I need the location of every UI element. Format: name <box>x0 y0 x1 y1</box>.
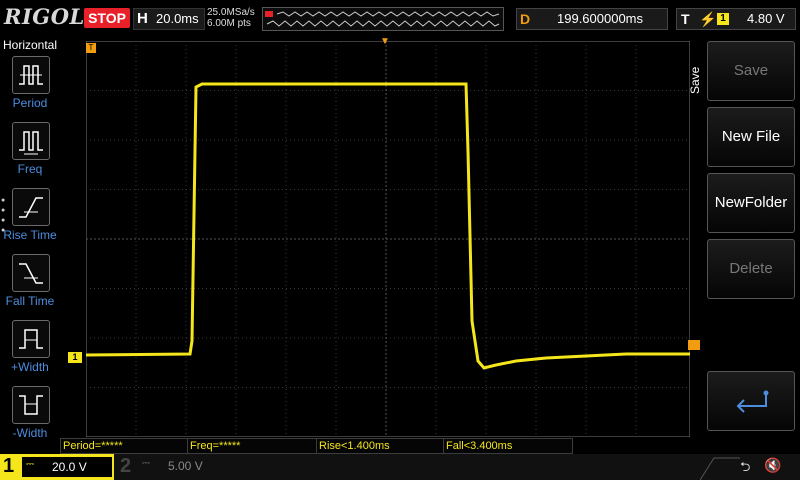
trigger-level-value: 4.80 V <box>747 11 785 26</box>
dc-coupling-icon: ⎓ <box>26 459 34 470</box>
freq-label: Freq <box>17 162 43 176</box>
sample-rate: 25.0MSa/s <box>207 7 255 18</box>
new-folder-button[interactable]: NewFolder <box>707 173 795 233</box>
timebase-letter: H <box>137 10 148 27</box>
save-menu-title: Save <box>688 66 702 94</box>
ch1-number: 1 <box>3 455 15 477</box>
trigger-level-marker[interactable] <box>688 340 700 350</box>
horizontal-menu: Horizontal Period Freq ●●●● Rise Time <box>0 36 60 440</box>
measure-period-item[interactable]: Period <box>0 56 60 120</box>
freq-button[interactable] <box>12 122 50 160</box>
neg-width-button[interactable] <box>12 386 50 424</box>
delete-button[interactable]: Delete <box>707 239 795 299</box>
rising-edge-icon: ⚡ <box>699 11 717 27</box>
period-label: Period <box>12 96 48 110</box>
timebase-value: 20.0ms <box>156 11 199 26</box>
measure-pos-width-item[interactable]: +Width <box>0 320 60 384</box>
speaker-muted-icon[interactable]: 🔇 <box>764 457 781 474</box>
delay-value: 199.600000ms <box>557 11 644 26</box>
trigger-letter: T <box>681 11 690 27</box>
fall-time-icon <box>19 263 43 284</box>
frequency-icon <box>19 131 43 155</box>
rise-time-label: Rise Time <box>3 228 57 242</box>
memory-position-marker <box>265 11 273 17</box>
rigol-logo: RIGOL <box>4 4 85 29</box>
ch2-coupling-icon: ⎓ <box>142 458 150 469</box>
positive-width-icon <box>19 329 43 349</box>
fall-time-button[interactable] <box>12 254 50 292</box>
return-button[interactable] <box>707 371 795 431</box>
ch1-offset-marker[interactable]: 1 <box>68 352 82 363</box>
period-button[interactable] <box>12 56 50 94</box>
ch1-settings: ⎓ 20.0 V <box>22 457 112 477</box>
usb-icon: ⮌ <box>740 459 751 474</box>
measure-freq-item[interactable]: Freq <box>0 122 60 186</box>
period-icon <box>19 65 43 85</box>
waveform-display[interactable] <box>86 41 690 437</box>
fall-time-label: Fall Time <box>5 294 55 308</box>
new-folder-label: NewFolder <box>714 194 788 211</box>
measurement-freq[interactable]: Freq=***** <box>187 438 317 454</box>
delete-label: Delete <box>729 260 773 277</box>
negative-width-icon <box>19 395 43 415</box>
measurement-fall-time[interactable]: Fall<3.400ms <box>443 438 573 454</box>
new-file-label: New File <box>721 128 781 145</box>
rise-time-button[interactable] <box>12 188 50 226</box>
new-file-button[interactable]: New File <box>707 107 795 167</box>
trigger-position-marker: ▼ <box>380 36 390 47</box>
measurement-rise-time[interactable]: Rise<1.400ms <box>316 438 444 454</box>
pos-width-button[interactable] <box>12 320 50 358</box>
delay-box[interactable]: D 199.600000ms <box>516 8 668 30</box>
ch2-vertical-scale: 5.00 V <box>168 459 203 473</box>
rise-time-icon <box>19 197 43 218</box>
ch2-tab[interactable]: 2 ⎓ 5.00 V <box>116 454 220 480</box>
top-status-bar: RIGOL STOP H 20.0ms 25.0MSa/s 6.00M pts … <box>0 0 800 36</box>
pos-width-label: +Width <box>11 360 49 374</box>
status-area-tab <box>700 457 740 480</box>
save-button-label: Save <box>733 62 769 79</box>
neg-width-label: -Width <box>12 426 48 440</box>
measure-fall-time-item[interactable]: Fall Time <box>0 254 60 318</box>
ch2-number: 2 <box>120 455 132 477</box>
ch1-vertical-scale: 20.0 V <box>52 460 87 474</box>
trigger-box[interactable]: T ⚡ 1 4.80 V <box>676 8 796 30</box>
acquisition-info: 25.0MSa/s 6.00M pts <box>207 7 255 29</box>
measure-rise-time-item[interactable]: Rise Time <box>0 188 60 252</box>
delay-letter: D <box>520 11 531 27</box>
memory-overview-strip <box>262 7 504 31</box>
time-marker: T <box>86 43 96 53</box>
trigger-channel-badge: 1 <box>717 13 729 25</box>
horizontal-menu-title: Horizontal <box>2 38 58 52</box>
save-button[interactable]: Save <box>707 41 795 101</box>
memory-overview-waveform <box>265 11 500 27</box>
memory-depth: 6.00M pts <box>207 18 251 29</box>
measure-neg-width-item[interactable]: -Width <box>0 386 60 450</box>
measurement-period[interactable]: Period=***** <box>60 438 188 454</box>
run-stop-status[interactable]: STOP <box>84 8 130 28</box>
return-arrow-icon <box>736 390 769 413</box>
timebase-box[interactable]: H 20.0ms <box>133 8 205 30</box>
channel-status-bar: 1 ⎓ 20.0 V 2 ⎓ 5.00 V ⮌ 🔇 <box>0 454 800 480</box>
ch1-tab[interactable]: 1 ⎓ 20.0 V <box>0 454 114 480</box>
